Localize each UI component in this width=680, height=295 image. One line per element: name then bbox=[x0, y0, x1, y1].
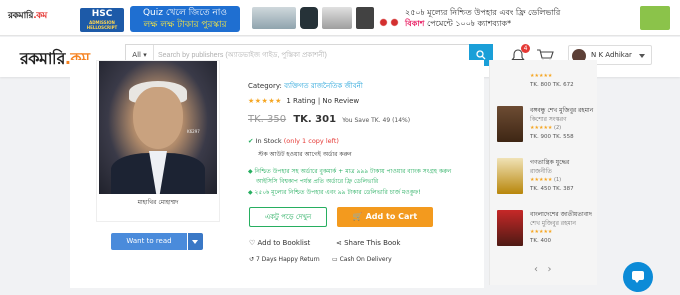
want-to-read-button[interactable]: Want to read bbox=[111, 233, 187, 250]
search-icon bbox=[476, 50, 486, 60]
add-to-booklist-link[interactable]: ♡ Add to Booklist bbox=[249, 239, 310, 247]
stock-left: (only 1 copy left) bbox=[283, 137, 339, 145]
map-graphic bbox=[640, 6, 670, 30]
cover-code: K6297 bbox=[187, 129, 200, 134]
promo-banner[interactable]: রকমারি.কম HSC ADMISSION HELLOSCRIPT Quiz খ… bbox=[0, 0, 680, 36]
stock-row: ✔ In Stock (only 1 copy left) bbox=[248, 137, 339, 145]
related-books-sidebar: ★★★★★ TK. 800 TK. 672 বঙ্গবন্ধু শেখ মুজি… bbox=[489, 60, 597, 285]
chevron-down-icon bbox=[639, 54, 645, 58]
cash-icon: ▭ bbox=[332, 256, 338, 263]
stock-status: In Stock bbox=[255, 137, 282, 145]
save-text: You Save TK. 49 (14%) bbox=[342, 117, 411, 124]
new-price: TK. 301 bbox=[293, 114, 337, 125]
share-link[interactable]: ⋖ Share This Book bbox=[336, 239, 401, 247]
product-card: K6297 মাহাথির মোহাম্মদ Want to read Cate… bbox=[70, 60, 484, 288]
quiz-promo[interactable]: Quiz খেলে জিতে নাও লক্ষ লক্ষ টাকার পুরস্… bbox=[130, 6, 240, 32]
tablet-image bbox=[322, 7, 352, 29]
add-to-cart-button[interactable]: 🛒 Add to Cart bbox=[337, 207, 433, 227]
cover-author: মাহাথির মোহাম্মদ bbox=[137, 199, 179, 206]
review-count[interactable]: No Review bbox=[322, 97, 359, 105]
chat-button[interactable] bbox=[623, 262, 653, 292]
return-policy[interactable]: ↺ 7 Days Happy Return bbox=[249, 256, 320, 263]
old-price: TK. 350 bbox=[248, 114, 287, 125]
user-name: N K Adhikar bbox=[591, 51, 632, 59]
bicycle-image bbox=[378, 7, 400, 29]
want-to-read-dropdown[interactable] bbox=[188, 233, 203, 250]
stock-note: স্টক আউট হওয়ার আগেই অর্ডার করুন bbox=[258, 151, 352, 158]
share-icon: ⋖ bbox=[336, 239, 342, 247]
category-row: Category: ব্যক্তিগত রাজনৈতিক জীবনী bbox=[248, 82, 363, 90]
sidebar-pager: ‹ › bbox=[534, 264, 552, 275]
chevron-right-icon[interactable]: › bbox=[548, 264, 552, 275]
watch-image bbox=[300, 7, 318, 29]
book-thumbnail bbox=[497, 210, 523, 246]
cart-icon: 🛒 bbox=[352, 212, 363, 221]
cashback-offer[interactable]: ২৫০৳ মূল্যের নিশ্চিত উপহার এবং ফ্রি ডেলি… bbox=[405, 7, 560, 29]
banner-brand: রকমারি.কম bbox=[8, 11, 48, 21]
book-thumbnail bbox=[497, 158, 523, 194]
laptop-image bbox=[252, 7, 296, 29]
category-link[interactable]: ব্যক্তিগত রাজনৈতিক জীবনী bbox=[284, 82, 363, 90]
return-icon: ↺ bbox=[249, 256, 255, 263]
book-cover[interactable]: K6297 মাহাথির মোহাম্মদ bbox=[96, 60, 220, 222]
camera-image bbox=[356, 7, 374, 29]
cover-photo: K6297 bbox=[99, 61, 217, 194]
hsc-admission-badge: HSC ADMISSION HELLOSCRIPT bbox=[80, 8, 124, 32]
rating-row: ★★★★★ 1 Rating | No Review bbox=[248, 97, 360, 105]
book-thumbnail bbox=[497, 106, 523, 142]
notification-badge: 4 bbox=[521, 44, 530, 53]
rating-stars: ★★★★★ bbox=[248, 97, 282, 105]
read-sample-button[interactable]: একটু পড়ে দেখুন bbox=[249, 207, 327, 227]
rating-count[interactable]: 1 Rating bbox=[286, 97, 315, 105]
chevron-left-icon[interactable]: ‹ bbox=[534, 264, 538, 275]
check-icon: ✔ bbox=[248, 137, 254, 145]
offer-2: ◆ ২৫০৳ মূল্যের নিশ্চিত উপহার এবং ৯৯ টাকা… bbox=[248, 189, 421, 196]
cod-info[interactable]: ▭ Cash On Delivery bbox=[332, 256, 392, 263]
offer-1b: আইসিসি বিশ্বকাপ পর্যন্ত প্রতি অর্ডারে ফ্… bbox=[256, 178, 379, 185]
heart-icon: ♡ bbox=[249, 239, 256, 247]
price-row: TK. 350 TK. 301 You Save TK. 49 (14%) bbox=[248, 114, 410, 125]
